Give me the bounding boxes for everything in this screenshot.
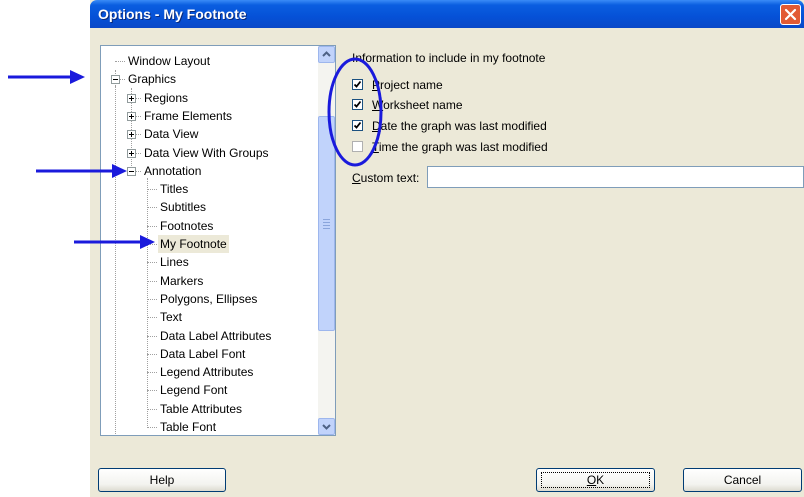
tree-item-label: Frame Elements — [144, 108, 233, 123]
tree-item-label: My Footnote — [158, 235, 229, 253]
tree-item[interactable]: Data Label Font — [101, 345, 319, 363]
tree-item-label: Annotation — [144, 163, 202, 178]
tree-item[interactable]: Legend Font — [101, 381, 319, 399]
tree-item-label: Subtitles — [160, 200, 207, 215]
chevron-down-icon — [322, 424, 331, 430]
options-dialog: Options - My Footnote Window Layout Graph… — [90, 0, 804, 497]
cancel-button[interactable]: Cancel — [683, 468, 802, 492]
expand-icon[interactable] — [127, 148, 136, 158]
tree-item-label: Legend Attributes — [160, 365, 254, 380]
tree-item-label: Lines — [160, 255, 189, 270]
close-button[interactable] — [780, 4, 801, 25]
tree-item-label: Graphics — [128, 72, 177, 87]
collapse-icon[interactable] — [127, 166, 136, 176]
tree-item[interactable]: Frame Elements — [101, 107, 319, 125]
tree-item-label: Data Label Font — [160, 346, 246, 361]
tree-item[interactable]: Lines — [101, 253, 319, 271]
tree-item[interactable]: Table Attributes — [101, 400, 319, 418]
title-bar[interactable]: Options - My Footnote — [90, 0, 804, 28]
tree-item[interactable]: Subtitles — [101, 198, 319, 216]
expand-icon[interactable] — [127, 130, 136, 140]
custom-text-label: Custom text: — [352, 171, 420, 185]
time-modified-label: Time the graph was last modified — [372, 140, 548, 154]
highlight-circle-icon — [327, 57, 383, 167]
tree-item[interactable]: Data Label Attributes — [101, 327, 319, 345]
tree-item-label: Legend Font — [160, 383, 228, 398]
tree-item[interactable]: Data View — [101, 125, 319, 143]
tree-item[interactable]: Window Layout — [101, 52, 319, 70]
tree-item[interactable]: Data View With Groups — [101, 144, 319, 162]
arrow-my-footnote-icon — [74, 235, 155, 249]
arrow-annotation-icon — [36, 164, 127, 178]
tree-item-label: Data View With Groups — [144, 145, 269, 160]
arrow-graphics-icon — [8, 70, 85, 84]
ok-button[interactable]: OK — [536, 468, 655, 492]
tree-item[interactable]: Legend Attributes — [101, 363, 319, 381]
tree-item-label: Polygons, Ellipses — [160, 291, 258, 306]
scroll-down-button[interactable] — [318, 418, 335, 435]
date-modified-label: Date the graph was last modified — [372, 119, 547, 133]
tree-item[interactable]: Text — [101, 308, 319, 326]
tree-item[interactable]: Titles — [101, 180, 319, 198]
worksheet-name-label: Worksheet name — [372, 98, 463, 112]
tree-item-label: Window Layout — [128, 54, 211, 68]
tree-item-label: Footnotes — [160, 218, 214, 233]
expand-icon[interactable] — [127, 111, 136, 121]
custom-text-input[interactable] — [427, 166, 804, 188]
tree-item-label: Table Font — [160, 420, 217, 434]
tree-item[interactable]: Graphics — [101, 70, 319, 88]
tree-item[interactable]: Polygons, Ellipses — [101, 290, 319, 308]
tree-item-label: Table Attributes — [160, 401, 243, 416]
tree-item-label: Data View — [144, 127, 199, 142]
expand-icon[interactable] — [127, 93, 136, 103]
tree-item-label: Text — [160, 310, 183, 325]
help-button[interactable]: Help — [98, 468, 226, 492]
window-title: Options - My Footnote — [98, 6, 247, 22]
tree-item[interactable]: Annotation — [101, 162, 319, 180]
collapse-icon[interactable] — [111, 75, 120, 85]
tree-item-label: Regions — [144, 90, 189, 105]
tree-item[interactable]: Markers — [101, 272, 319, 290]
tree-item[interactable]: Regions — [101, 89, 319, 107]
tree-item-label: Markers — [160, 273, 204, 288]
close-icon — [784, 8, 797, 21]
tree-item-label: Titles — [160, 182, 189, 197]
tree-item[interactable]: Table Font — [101, 418, 319, 435]
focus-outline — [541, 472, 650, 488]
tree-item-label: Data Label Attributes — [160, 328, 272, 343]
